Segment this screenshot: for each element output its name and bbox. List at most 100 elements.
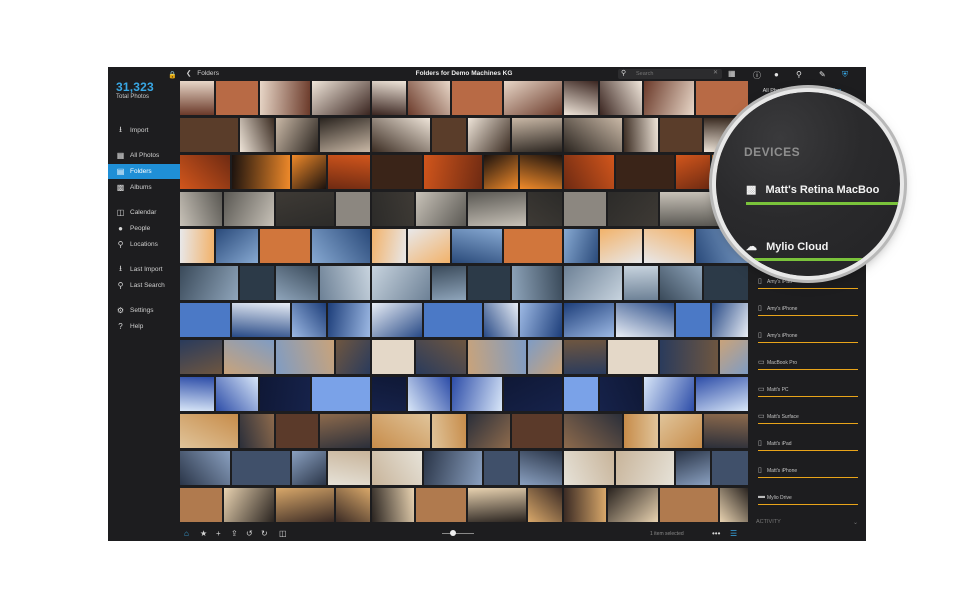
photo-thumbnail[interactable] bbox=[528, 340, 562, 374]
photo-thumbnail[interactable] bbox=[616, 155, 674, 189]
home-icon[interactable]: ⌂ bbox=[184, 529, 189, 538]
photo-thumbnail[interactable] bbox=[180, 303, 230, 337]
photo-thumbnail[interactable] bbox=[328, 451, 370, 485]
photo-thumbnail[interactable] bbox=[320, 414, 370, 448]
photo-thumbnail[interactable] bbox=[468, 414, 510, 448]
photo-thumbnail[interactable] bbox=[372, 192, 414, 226]
photo-thumbnail[interactable] bbox=[452, 229, 502, 263]
photo-thumbnail[interactable] bbox=[660, 488, 718, 522]
photo-thumbnail[interactable] bbox=[644, 81, 694, 115]
photo-thumbnail[interactable] bbox=[644, 377, 694, 411]
photo-thumbnail[interactable] bbox=[180, 155, 230, 189]
sidebar-item-help[interactable]: ? Help bbox=[108, 319, 180, 334]
photo-thumbnail[interactable] bbox=[720, 488, 748, 522]
photo-thumbnail[interactable] bbox=[660, 340, 718, 374]
photo-thumbnail[interactable] bbox=[676, 155, 710, 189]
photo-thumbnail[interactable] bbox=[372, 451, 422, 485]
photo-thumbnail[interactable] bbox=[660, 118, 702, 152]
photo-thumbnail[interactable] bbox=[276, 118, 318, 152]
photo-thumbnail[interactable] bbox=[564, 340, 606, 374]
photo-thumbnail[interactable] bbox=[424, 155, 482, 189]
photo-thumbnail[interactable] bbox=[424, 303, 482, 337]
photo-thumbnail[interactable] bbox=[408, 229, 450, 263]
sidebar-item-folders[interactable]: ▤ Folders bbox=[108, 164, 180, 179]
photo-thumbnail[interactable] bbox=[216, 377, 258, 411]
photo-thumbnail[interactable] bbox=[224, 192, 274, 226]
photo-thumbnail[interactable] bbox=[336, 488, 370, 522]
photo-thumbnail[interactable] bbox=[276, 192, 334, 226]
photo-thumbnail[interactable] bbox=[616, 303, 674, 337]
sidebar-item-all-photos[interactable]: ▦ All Photos bbox=[108, 148, 180, 163]
star-icon[interactable]: ★ bbox=[200, 529, 207, 538]
photo-thumbnail[interactable] bbox=[712, 303, 748, 337]
rotate-right-icon[interactable]: ↻ bbox=[261, 529, 268, 538]
zoom-slider-handle[interactable] bbox=[450, 530, 456, 536]
photo-thumbnail[interactable] bbox=[180, 377, 214, 411]
photo-thumbnail[interactable] bbox=[608, 488, 658, 522]
menu-icon[interactable]: ☰ bbox=[730, 529, 737, 538]
rotate-left-icon[interactable]: ↺ bbox=[246, 529, 253, 538]
photo-thumbnail[interactable] bbox=[512, 414, 562, 448]
photo-thumbnail[interactable] bbox=[432, 266, 466, 300]
grid-view-icon[interactable]: ▦ bbox=[728, 69, 738, 79]
clear-icon[interactable]: ✕ bbox=[713, 69, 718, 76]
photo-thumbnail[interactable] bbox=[336, 340, 370, 374]
photo-thumbnail[interactable] bbox=[504, 81, 562, 115]
photo-thumbnail[interactable] bbox=[260, 229, 310, 263]
photo-thumbnail[interactable] bbox=[600, 377, 642, 411]
device-item[interactable]: ▯ Matt's iPad bbox=[748, 430, 866, 457]
photo-thumbnail[interactable] bbox=[180, 488, 222, 522]
photo-thumbnail[interactable] bbox=[372, 266, 430, 300]
more-icon[interactable]: ••• bbox=[712, 529, 720, 538]
sidebar-item-albums[interactable]: ▩ Albums bbox=[108, 180, 180, 195]
photo-thumbnail[interactable] bbox=[276, 340, 334, 374]
photo-thumbnail[interactable] bbox=[240, 266, 274, 300]
photo-thumbnail[interactable] bbox=[468, 266, 510, 300]
photo-thumbnail[interactable] bbox=[312, 81, 370, 115]
photo-thumbnail[interactable] bbox=[292, 155, 326, 189]
photo-thumbnail[interactable] bbox=[600, 81, 642, 115]
photo-thumbnail[interactable] bbox=[504, 377, 562, 411]
search-input[interactable] bbox=[636, 70, 706, 78]
photo-thumbnail[interactable] bbox=[432, 118, 466, 152]
zoom-slider[interactable] bbox=[442, 530, 474, 536]
photo-thumbnail[interactable] bbox=[232, 155, 290, 189]
photo-thumbnail[interactable] bbox=[564, 451, 614, 485]
photo-thumbnail[interactable] bbox=[276, 488, 334, 522]
sidebar-item-import[interactable]: ⭳ Import bbox=[108, 123, 180, 138]
photo-thumbnail[interactable] bbox=[372, 118, 430, 152]
photo-thumbnail[interactable] bbox=[416, 192, 466, 226]
device-item[interactable]: ▭ Matt's PC bbox=[748, 376, 866, 403]
photo-thumbnail[interactable] bbox=[564, 229, 598, 263]
photo-thumbnail[interactable] bbox=[624, 266, 658, 300]
photo-thumbnail[interactable] bbox=[180, 229, 214, 263]
pin-icon[interactable]: ⚲ bbox=[796, 70, 802, 79]
person-icon[interactable]: ● bbox=[774, 70, 779, 79]
photo-thumbnail[interactable] bbox=[520, 155, 562, 189]
edit-icon[interactable]: ✎ bbox=[819, 70, 826, 79]
sidebar-item-calendar[interactable]: ◫ Calendar bbox=[108, 205, 180, 220]
device-item[interactable]: ▯ Amy's iPhone bbox=[748, 322, 866, 349]
photo-thumbnail[interactable] bbox=[328, 303, 370, 337]
photo-thumbnail[interactable] bbox=[484, 451, 518, 485]
photo-thumbnail[interactable] bbox=[232, 451, 290, 485]
photo-thumbnail[interactable] bbox=[564, 303, 614, 337]
photo-thumbnail[interactable] bbox=[704, 414, 748, 448]
photo-thumbnail[interactable] bbox=[180, 451, 230, 485]
activity-section[interactable]: ACTIVITY bbox=[756, 519, 781, 525]
photo-thumbnail[interactable] bbox=[312, 377, 370, 411]
photo-thumbnail[interactable] bbox=[468, 118, 510, 152]
photo-thumbnail[interactable] bbox=[452, 377, 502, 411]
chevron-down-icon[interactable]: ⌄ bbox=[853, 519, 858, 526]
sidebar-item-locations[interactable]: ⚲ Locations bbox=[108, 237, 180, 252]
photo-thumbnail[interactable] bbox=[372, 303, 422, 337]
photo-thumbnail[interactable] bbox=[416, 340, 466, 374]
photo-thumbnail[interactable] bbox=[564, 377, 598, 411]
photo-thumbnail[interactable] bbox=[432, 414, 466, 448]
photo-thumbnail[interactable] bbox=[424, 451, 482, 485]
photo-thumbnail[interactable] bbox=[564, 488, 606, 522]
photo-thumbnail[interactable] bbox=[312, 229, 370, 263]
sidebar-item-settings[interactable]: ⚙ Settings bbox=[108, 303, 180, 318]
photo-thumbnail[interactable] bbox=[484, 303, 518, 337]
share-icon[interactable]: ⇪ bbox=[231, 529, 238, 538]
